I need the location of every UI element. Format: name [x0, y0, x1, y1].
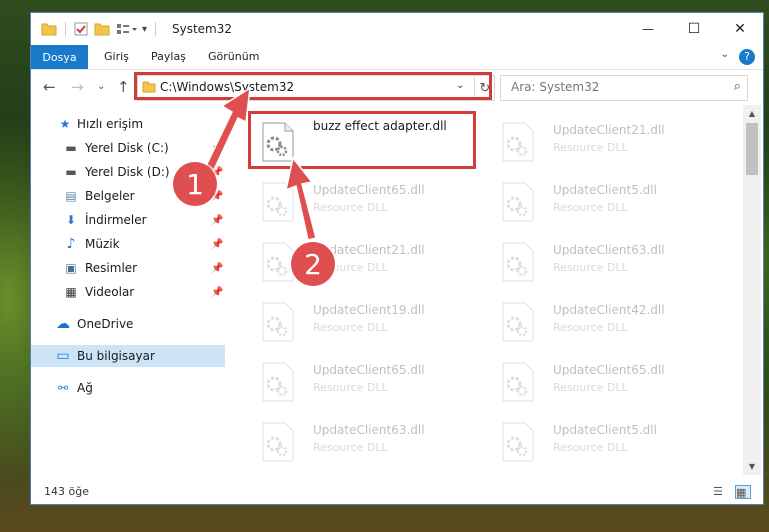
arrow-overlay — [204, 86, 317, 241]
arrow-to-file — [284, 156, 317, 241]
callout-step-2: 2 — [291, 242, 335, 286]
callout-step-1: 1 — [173, 162, 217, 206]
arrow-to-address-bar — [204, 86, 251, 174]
